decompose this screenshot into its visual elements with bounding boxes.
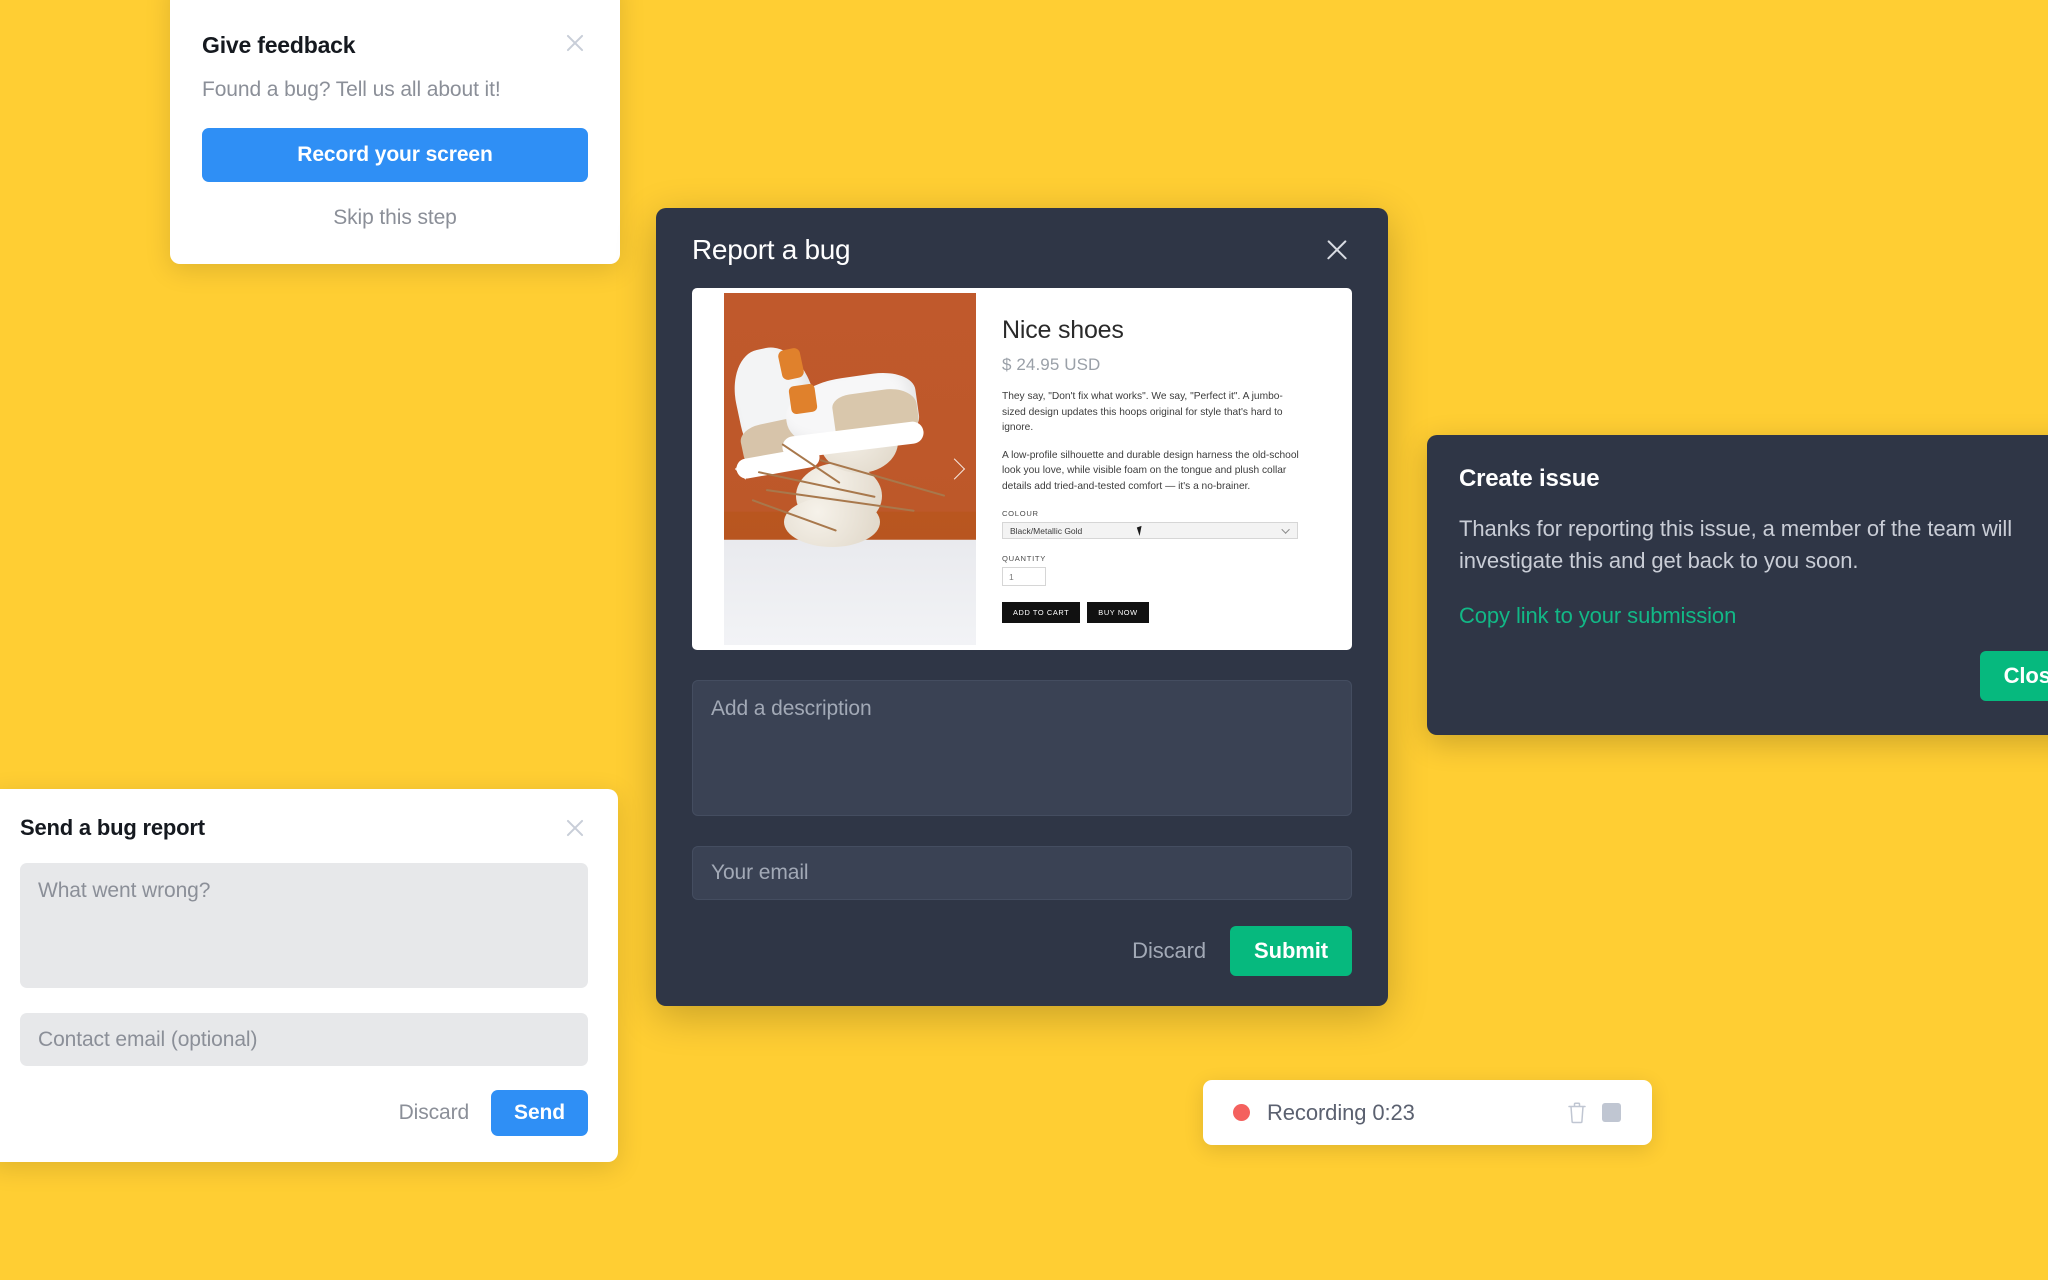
send-bug-report-header: Send a bug report <box>20 815 588 841</box>
product-name: Nice shoes <box>1002 316 1124 344</box>
add-to-cart-button[interactable]: ADD TO CART <box>1002 602 1081 623</box>
discard-button[interactable]: Discard <box>393 1093 475 1133</box>
product-buttons: ADD TO CART BUY NOW <box>1002 602 1330 623</box>
create-issue-title: Create issue <box>1459 465 1600 492</box>
colour-selected-value: Black/Metallic Gold <box>1010 525 1083 536</box>
give-feedback-title: Give feedback <box>202 32 356 58</box>
recording-status-label: Recording 0:23 <box>1267 1099 1415 1125</box>
send-bug-report-title: Send a bug report <box>20 815 205 840</box>
contact-email-input[interactable] <box>20 1013 588 1066</box>
email-input[interactable] <box>692 846 1352 900</box>
send-bug-report-actions: Discard Send <box>20 1090 588 1136</box>
close-icon[interactable] <box>1322 235 1352 265</box>
recording-bar: Recording 0:23 <box>1203 1080 1652 1145</box>
report-a-bug-header: Report a bug <box>692 234 1352 266</box>
close-icon[interactable] <box>562 815 588 841</box>
create-issue-header: Create issue <box>1459 465 2048 495</box>
product-image <box>724 293 976 645</box>
submit-button[interactable]: Submit <box>1230 926 1352 976</box>
screenshot-preview[interactable]: Nice shoes $ 24.95 USD They say, "Don't … <box>692 288 1352 650</box>
trash-icon[interactable] <box>1560 1096 1594 1130</box>
report-a-bug-title: Report a bug <box>692 234 851 265</box>
send-bug-report-panel: Send a bug report Discard Send <box>0 789 618 1162</box>
skip-this-step-link[interactable]: Skip this step <box>202 206 588 230</box>
description-textarea[interactable] <box>692 680 1352 816</box>
product-paragraph-1: They say, "Don't fix what works". We say… <box>1002 391 1283 433</box>
create-issue-actions: Close <box>1459 650 2048 701</box>
colour-select[interactable]: Black/Metallic Gold <box>1002 522 1298 539</box>
create-issue-toast: Create issue Thanks for reporting this i… <box>1427 435 2048 735</box>
buy-now-button[interactable]: BUY NOW <box>1087 602 1149 623</box>
recording-indicator-icon <box>1233 1104 1250 1121</box>
stop-recording-icon[interactable] <box>1594 1096 1628 1130</box>
bug-message-textarea[interactable] <box>20 863 588 988</box>
give-feedback-header: Give feedback <box>202 4 588 59</box>
product-info: Nice shoes $ 24.95 USD They say, "Don't … <box>976 288 1352 650</box>
quantity-input[interactable]: 1 <box>1002 567 1046 586</box>
quantity-label: QUANTITY <box>1002 554 1046 563</box>
discard-button[interactable]: Discard <box>1128 930 1210 972</box>
send-button[interactable]: Send <box>491 1090 588 1136</box>
create-issue-body: Thanks for reporting this issue, a membe… <box>1459 516 2012 573</box>
stop-square <box>1601 1103 1621 1122</box>
give-feedback-popup: Give feedback Found a bug? Tell us all a… <box>170 0 620 264</box>
product-price: $ 24.95 USD <box>1002 355 1101 374</box>
report-a-bug-dialog: Report a bug Nice shoes $ 24.95 USD They… <box>656 208 1388 1006</box>
report-a-bug-actions: Discard Submit <box>692 926 1352 976</box>
chevron-down-icon <box>1281 524 1290 534</box>
colour-label: COLOUR <box>1002 509 1039 518</box>
close-button[interactable]: Close <box>1979 650 2048 701</box>
close-icon[interactable] <box>562 30 588 56</box>
record-your-screen-button[interactable]: Record your screen <box>202 128 588 182</box>
carousel-next-icon[interactable] <box>943 458 966 480</box>
copy-link-to-submission-link[interactable]: Copy link to your submission <box>1459 603 1736 629</box>
product-paragraph-2: A low-profile silhouette and durable des… <box>1002 449 1299 492</box>
give-feedback-subtitle: Found a bug? Tell us all about it! <box>202 78 501 101</box>
